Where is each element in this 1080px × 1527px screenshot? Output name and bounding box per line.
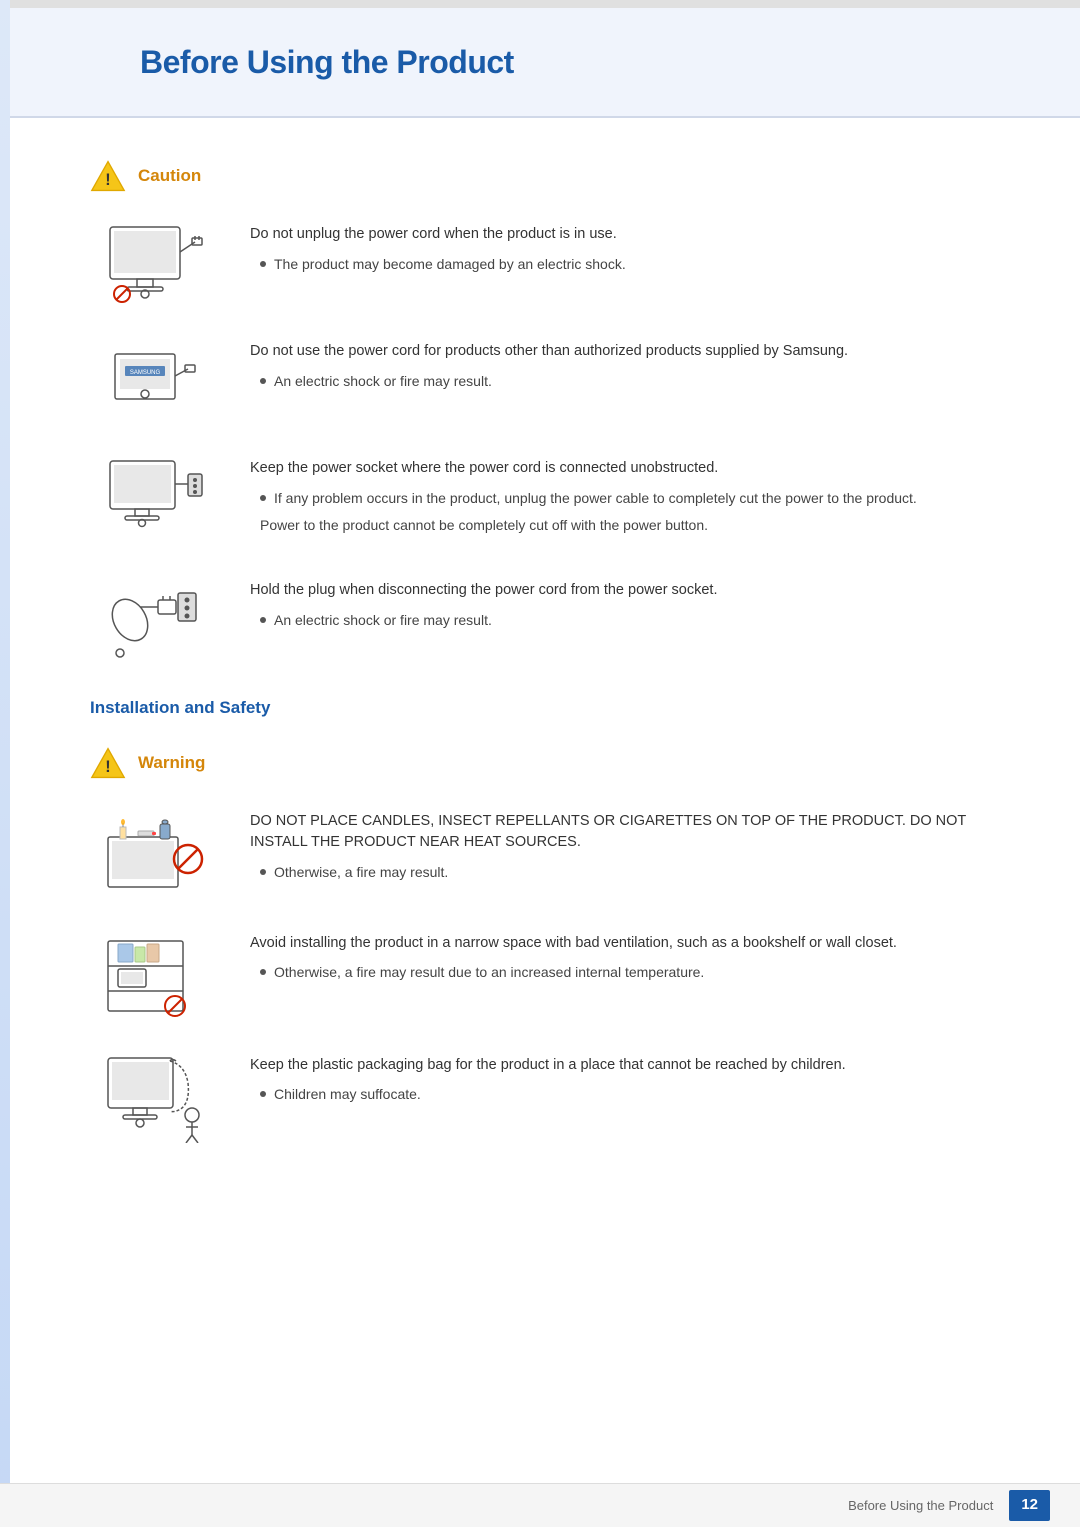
caution-text-4: Hold the plug when disconnecting the pow… xyxy=(250,578,1020,631)
warning-bullet-1: Otherwise, a fire may result. xyxy=(260,862,1020,883)
caution-bullet-1: The product may become damaged by an ele… xyxy=(260,254,1020,275)
caution-bullet-3: If any problem occurs in the product, un… xyxy=(260,488,1020,509)
bullet-dot xyxy=(260,617,266,623)
caution-sub-text-3: Power to the product cannot be completel… xyxy=(260,515,1020,536)
svg-text:SAMSUNG: SAMSUNG xyxy=(130,370,161,376)
warning-main-2: Avoid installing the product in a narrow… xyxy=(250,933,1020,955)
caution-item-3: Keep the power socket where the power co… xyxy=(90,456,1020,546)
warning-image-2 xyxy=(90,931,220,1021)
bullet-dot xyxy=(260,869,266,875)
caution-text-2: Do not use the power cord for products o… xyxy=(250,339,1020,392)
warning-text-2: Avoid installing the product in a narrow… xyxy=(250,931,1020,984)
power-socket-icon xyxy=(100,456,210,546)
warning-bullet-2: Otherwise, a fire may result due to an i… xyxy=(260,962,1020,983)
caution-image-4 xyxy=(90,578,220,663)
samsung-product-icon: SAMSUNG xyxy=(100,339,210,424)
warning-main-1: DO NOT PLACE CANDLES, INSECT REPELLANTS … xyxy=(250,811,1020,855)
installation-title: Installation and Safety xyxy=(90,695,1020,721)
caution-main-4: Hold the plug when disconnecting the pow… xyxy=(250,580,1020,602)
caution-main-2: Do not use the power cord for products o… xyxy=(250,341,1020,363)
caution-bullet-text-1: The product may become damaged by an ele… xyxy=(274,254,626,275)
page-title: Before Using the Product xyxy=(140,38,514,86)
warning-image-3 xyxy=(90,1053,220,1143)
no-candles-icon xyxy=(100,809,210,899)
caution-image-3 xyxy=(90,456,220,546)
caution-section-header: ! Caution xyxy=(90,158,1020,194)
left-accent xyxy=(0,0,10,1527)
warning-triangle-icon: ! xyxy=(90,745,126,781)
warning-item-1: DO NOT PLACE CANDLES, INSECT REPELLANTS … xyxy=(90,809,1020,899)
warning-bullet-text-2: Otherwise, a fire may result due to an i… xyxy=(274,962,704,983)
bullet-dot xyxy=(260,495,266,501)
caution-image-1 xyxy=(90,222,220,307)
caution-bullet-4: An electric shock or fire may result. xyxy=(260,610,1020,631)
bullet-dot xyxy=(260,1091,266,1097)
warning-image-1 xyxy=(90,809,220,899)
caution-bullet-text-2: An electric shock or fire may result. xyxy=(274,371,492,392)
warning-text-1: DO NOT PLACE CANDLES, INSECT REPELLANTS … xyxy=(250,809,1020,884)
top-bar xyxy=(0,0,1080,8)
warning-main-3: Keep the plastic packaging bag for the p… xyxy=(250,1055,1020,1077)
caution-text-1: Do not unplug the power cord when the pr… xyxy=(250,222,1020,275)
svg-text:!: ! xyxy=(105,171,110,189)
caution-item-4: Hold the plug when disconnecting the pow… xyxy=(90,578,1020,663)
hold-plug-icon xyxy=(100,578,210,663)
footer-label: Before Using the Product xyxy=(848,1496,993,1516)
caution-image-2: SAMSUNG xyxy=(90,339,220,424)
bullet-dot xyxy=(260,969,266,975)
caution-label: Caution xyxy=(138,163,201,189)
warning-bullet-text-3: Children may suffocate. xyxy=(274,1084,421,1105)
page-number: 12 xyxy=(1009,1490,1050,1521)
installation-section-title: Installation and Safety xyxy=(90,695,1020,721)
caution-text-3: Keep the power socket where the power co… xyxy=(250,456,1020,536)
bullet-dot xyxy=(260,261,266,267)
caution-main-1: Do not unplug the power cord when the pr… xyxy=(250,224,1020,246)
page-header: Before Using the Product xyxy=(10,8,1080,118)
warning-item-3: Keep the plastic packaging bag for the p… xyxy=(90,1053,1020,1143)
warning-section-header: ! Warning xyxy=(90,745,1020,781)
caution-triangle-icon: ! xyxy=(90,158,126,194)
caution-item-1: Do not unplug the power cord when the pr… xyxy=(90,222,1020,307)
bullet-dot xyxy=(260,378,266,384)
warning-bullet-3: Children may suffocate. xyxy=(260,1084,1020,1105)
caution-bullet-text-3: If any problem occurs in the product, un… xyxy=(274,488,917,509)
bookshelf-icon xyxy=(100,931,210,1021)
warning-item-2: Avoid installing the product in a narrow… xyxy=(90,931,1020,1021)
warning-text-3: Keep the plastic packaging bag for the p… xyxy=(250,1053,1020,1106)
caution-bullet-2: An electric shock or fire may result. xyxy=(260,371,1020,392)
main-content: ! Caution xyxy=(10,118,1080,1215)
plastic-bag-icon xyxy=(100,1053,210,1143)
caution-main-3: Keep the power socket where the power co… xyxy=(250,458,1020,480)
warning-label: Warning xyxy=(138,750,205,776)
caution-bullet-text-4: An electric shock or fire may result. xyxy=(274,610,492,631)
page-footer: Before Using the Product 12 xyxy=(0,1483,1080,1527)
caution-item-2: SAMSUNG Do not use the power cord for pr… xyxy=(90,339,1020,424)
warning-bullet-text-1: Otherwise, a fire may result. xyxy=(274,862,448,883)
monitor-unplug-icon xyxy=(100,222,210,307)
svg-text:!: ! xyxy=(105,758,110,776)
